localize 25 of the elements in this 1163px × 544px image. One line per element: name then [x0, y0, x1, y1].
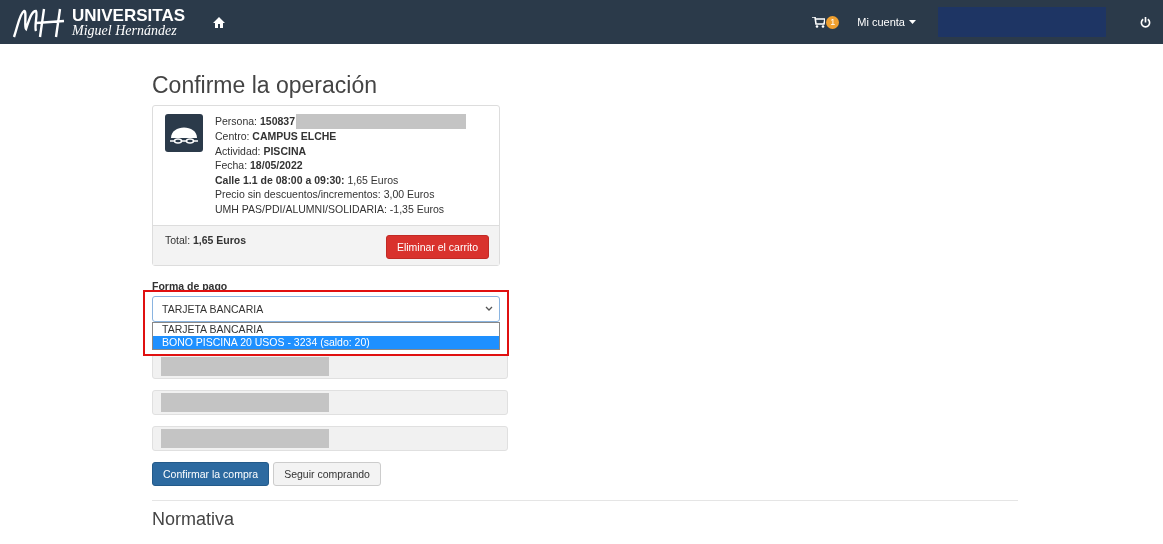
home-icon[interactable]	[213, 16, 226, 28]
power-icon[interactable]	[1140, 16, 1151, 28]
continue-button[interactable]: Seguir comprando	[273, 461, 381, 486]
order-detail-line: Centro: CAMPUS ELCHE	[215, 129, 337, 144]
brand-title: UNIVERSITAS	[72, 6, 186, 24]
order-detail-line: Calle 1.1 de 08:00 a 09:30: 1,65 Euros	[215, 172, 399, 188]
order-detail-line: Precio sin descuentos/incrementos: 3,00 Euros	[215, 187, 435, 202]
cart-icon[interactable]	[812, 16, 826, 28]
caret-icon	[909, 20, 916, 24]
remove-cart-button[interactable]: Eliminar el carrito	[385, 234, 489, 259]
account-menu[interactable]: Mi cuenta	[857, 16, 916, 28]
order-detail-line: Persona: 150837	[215, 114, 295, 129]
order-detail-line: UMH PAS/PDI/ALUMNI/SOLIDARIA: -1,35 Euros	[215, 201, 445, 217]
order-detail-line: Actividad: PISCINA	[215, 143, 307, 159]
payment-select[interactable]: TARJETA BANCARIA	[152, 295, 500, 322]
total-amount: Total: 1,65 Euros	[165, 233, 247, 246]
confirm-button[interactable]: Confirmar la compra	[152, 461, 270, 486]
section-title: Normativa	[152, 508, 236, 529]
chevron-icon	[485, 306, 493, 312]
order-detail-line: Fecha: 18/05/2022	[215, 158, 303, 173]
cart-count-badge: 1	[826, 15, 840, 29]
swim-cap-icon	[165, 114, 203, 152]
dropdown-option[interactable]: TARJETA BANCARIA	[153, 322, 499, 336]
brand-subtitle: Miguel Hernández	[72, 23, 178, 38]
page-title: Confirme la operación	[152, 72, 378, 99]
